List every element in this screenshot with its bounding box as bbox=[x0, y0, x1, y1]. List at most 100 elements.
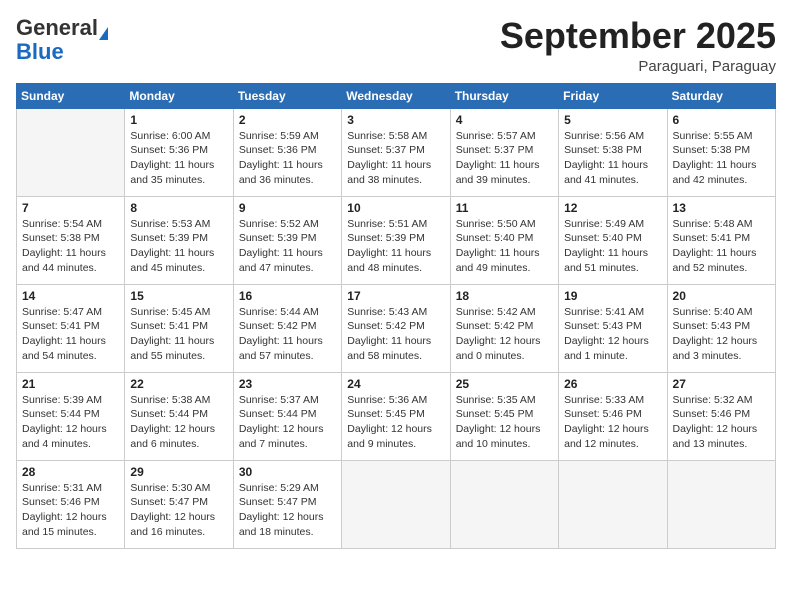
day-info: Sunrise: 5:53 AMSunset: 5:39 PMDaylight:… bbox=[130, 217, 227, 276]
calendar-cell: 16 Sunrise: 5:44 AMSunset: 5:42 PMDaylig… bbox=[233, 284, 341, 372]
day-number: 7 bbox=[22, 201, 119, 215]
day-number: 30 bbox=[239, 465, 336, 479]
calendar-cell: 6 Sunrise: 5:55 AMSunset: 5:38 PMDayligh… bbox=[667, 108, 775, 196]
day-info: Sunrise: 5:49 AMSunset: 5:40 PMDaylight:… bbox=[564, 217, 661, 276]
day-info: Sunrise: 5:56 AMSunset: 5:38 PMDaylight:… bbox=[564, 129, 661, 188]
calendar-cell: 11 Sunrise: 5:50 AMSunset: 5:40 PMDaylig… bbox=[450, 196, 558, 284]
calendar-cell: 22 Sunrise: 5:38 AMSunset: 5:44 PMDaylig… bbox=[125, 372, 233, 460]
weekday-header-sunday: Sunday bbox=[17, 83, 125, 108]
calendar-cell: 29 Sunrise: 5:30 AMSunset: 5:47 PMDaylig… bbox=[125, 460, 233, 548]
calendar-cell: 10 Sunrise: 5:51 AMSunset: 5:39 PMDaylig… bbox=[342, 196, 450, 284]
calendar-cell: 13 Sunrise: 5:48 AMSunset: 5:41 PMDaylig… bbox=[667, 196, 775, 284]
logo-blue: Blue bbox=[16, 39, 64, 64]
calendar-cell bbox=[559, 460, 667, 548]
day-info: Sunrise: 5:45 AMSunset: 5:41 PMDaylight:… bbox=[130, 305, 227, 364]
day-number: 20 bbox=[673, 289, 770, 303]
calendar-cell: 21 Sunrise: 5:39 AMSunset: 5:44 PMDaylig… bbox=[17, 372, 125, 460]
day-info: Sunrise: 5:47 AMSunset: 5:41 PMDaylight:… bbox=[22, 305, 119, 364]
calendar-cell: 26 Sunrise: 5:33 AMSunset: 5:46 PMDaylig… bbox=[559, 372, 667, 460]
day-info: Sunrise: 5:33 AMSunset: 5:46 PMDaylight:… bbox=[564, 393, 661, 452]
weekday-header-friday: Friday bbox=[559, 83, 667, 108]
day-info: Sunrise: 5:42 AMSunset: 5:42 PMDaylight:… bbox=[456, 305, 553, 364]
week-row-5: 28 Sunrise: 5:31 AMSunset: 5:46 PMDaylig… bbox=[17, 460, 776, 548]
day-info: Sunrise: 5:41 AMSunset: 5:43 PMDaylight:… bbox=[564, 305, 661, 364]
weekday-header-wednesday: Wednesday bbox=[342, 83, 450, 108]
day-info: Sunrise: 5:37 AMSunset: 5:44 PMDaylight:… bbox=[239, 393, 336, 452]
week-row-4: 21 Sunrise: 5:39 AMSunset: 5:44 PMDaylig… bbox=[17, 372, 776, 460]
day-info: Sunrise: 5:58 AMSunset: 5:37 PMDaylight:… bbox=[347, 129, 444, 188]
day-number: 28 bbox=[22, 465, 119, 479]
day-info: Sunrise: 5:43 AMSunset: 5:42 PMDaylight:… bbox=[347, 305, 444, 364]
calendar-cell: 28 Sunrise: 5:31 AMSunset: 5:46 PMDaylig… bbox=[17, 460, 125, 548]
day-number: 19 bbox=[564, 289, 661, 303]
day-number: 12 bbox=[564, 201, 661, 215]
calendar-cell bbox=[667, 460, 775, 548]
day-number: 25 bbox=[456, 377, 553, 391]
calendar-cell bbox=[342, 460, 450, 548]
day-number: 3 bbox=[347, 113, 444, 127]
calendar-cell: 2 Sunrise: 5:59 AMSunset: 5:36 PMDayligh… bbox=[233, 108, 341, 196]
day-number: 21 bbox=[22, 377, 119, 391]
calendar-table: SundayMondayTuesdayWednesdayThursdayFrid… bbox=[16, 83, 776, 549]
day-number: 27 bbox=[673, 377, 770, 391]
calendar-cell: 18 Sunrise: 5:42 AMSunset: 5:42 PMDaylig… bbox=[450, 284, 558, 372]
week-row-3: 14 Sunrise: 5:47 AMSunset: 5:41 PMDaylig… bbox=[17, 284, 776, 372]
day-number: 4 bbox=[456, 113, 553, 127]
day-info: Sunrise: 5:55 AMSunset: 5:38 PMDaylight:… bbox=[673, 129, 770, 188]
month-title: September 2025 bbox=[500, 16, 776, 56]
calendar-cell: 15 Sunrise: 5:45 AMSunset: 5:41 PMDaylig… bbox=[125, 284, 233, 372]
day-number: 10 bbox=[347, 201, 444, 215]
day-number: 18 bbox=[456, 289, 553, 303]
day-number: 13 bbox=[673, 201, 770, 215]
calendar-cell: 24 Sunrise: 5:36 AMSunset: 5:45 PMDaylig… bbox=[342, 372, 450, 460]
day-info: Sunrise: 5:31 AMSunset: 5:46 PMDaylight:… bbox=[22, 481, 119, 540]
calendar-cell: 4 Sunrise: 5:57 AMSunset: 5:37 PMDayligh… bbox=[450, 108, 558, 196]
day-info: Sunrise: 5:57 AMSunset: 5:37 PMDaylight:… bbox=[456, 129, 553, 188]
calendar-cell: 19 Sunrise: 5:41 AMSunset: 5:43 PMDaylig… bbox=[559, 284, 667, 372]
day-info: Sunrise: 5:30 AMSunset: 5:47 PMDaylight:… bbox=[130, 481, 227, 540]
day-number: 6 bbox=[673, 113, 770, 127]
day-info: Sunrise: 5:29 AMSunset: 5:47 PMDaylight:… bbox=[239, 481, 336, 540]
day-info: Sunrise: 5:54 AMSunset: 5:38 PMDaylight:… bbox=[22, 217, 119, 276]
calendar-cell bbox=[450, 460, 558, 548]
calendar-cell: 25 Sunrise: 5:35 AMSunset: 5:45 PMDaylig… bbox=[450, 372, 558, 460]
location: Paraguari, Paraguay bbox=[500, 58, 776, 75]
day-number: 22 bbox=[130, 377, 227, 391]
logo: General Blue bbox=[16, 16, 108, 64]
calendar-cell: 5 Sunrise: 5:56 AMSunset: 5:38 PMDayligh… bbox=[559, 108, 667, 196]
logo-general: General bbox=[16, 15, 98, 40]
calendar-cell: 23 Sunrise: 5:37 AMSunset: 5:44 PMDaylig… bbox=[233, 372, 341, 460]
day-info: Sunrise: 5:35 AMSunset: 5:45 PMDaylight:… bbox=[456, 393, 553, 452]
calendar-cell: 14 Sunrise: 5:47 AMSunset: 5:41 PMDaylig… bbox=[17, 284, 125, 372]
day-info: Sunrise: 5:44 AMSunset: 5:42 PMDaylight:… bbox=[239, 305, 336, 364]
calendar-cell: 8 Sunrise: 5:53 AMSunset: 5:39 PMDayligh… bbox=[125, 196, 233, 284]
day-info: Sunrise: 5:39 AMSunset: 5:44 PMDaylight:… bbox=[22, 393, 119, 452]
week-row-2: 7 Sunrise: 5:54 AMSunset: 5:38 PMDayligh… bbox=[17, 196, 776, 284]
day-number: 14 bbox=[22, 289, 119, 303]
weekday-header-tuesday: Tuesday bbox=[233, 83, 341, 108]
day-number: 23 bbox=[239, 377, 336, 391]
calendar-cell: 12 Sunrise: 5:49 AMSunset: 5:40 PMDaylig… bbox=[559, 196, 667, 284]
calendar-cell: 3 Sunrise: 5:58 AMSunset: 5:37 PMDayligh… bbox=[342, 108, 450, 196]
page-header: General Blue September 2025 Paraguari, P… bbox=[16, 16, 776, 75]
calendar-cell: 17 Sunrise: 5:43 AMSunset: 5:42 PMDaylig… bbox=[342, 284, 450, 372]
day-number: 5 bbox=[564, 113, 661, 127]
calendar-cell: 9 Sunrise: 5:52 AMSunset: 5:39 PMDayligh… bbox=[233, 196, 341, 284]
day-info: Sunrise: 5:52 AMSunset: 5:39 PMDaylight:… bbox=[239, 217, 336, 276]
day-number: 24 bbox=[347, 377, 444, 391]
calendar-cell: 7 Sunrise: 5:54 AMSunset: 5:38 PMDayligh… bbox=[17, 196, 125, 284]
day-info: Sunrise: 5:59 AMSunset: 5:36 PMDaylight:… bbox=[239, 129, 336, 188]
day-number: 17 bbox=[347, 289, 444, 303]
calendar-cell bbox=[17, 108, 125, 196]
calendar-cell: 27 Sunrise: 5:32 AMSunset: 5:46 PMDaylig… bbox=[667, 372, 775, 460]
weekday-header-monday: Monday bbox=[125, 83, 233, 108]
day-number: 16 bbox=[239, 289, 336, 303]
calendar-cell: 20 Sunrise: 5:40 AMSunset: 5:43 PMDaylig… bbox=[667, 284, 775, 372]
weekday-header-thursday: Thursday bbox=[450, 83, 558, 108]
day-info: Sunrise: 5:50 AMSunset: 5:40 PMDaylight:… bbox=[456, 217, 553, 276]
day-info: Sunrise: 5:38 AMSunset: 5:44 PMDaylight:… bbox=[130, 393, 227, 452]
week-row-1: 1 Sunrise: 6:00 AMSunset: 5:36 PMDayligh… bbox=[17, 108, 776, 196]
day-number: 1 bbox=[130, 113, 227, 127]
day-info: Sunrise: 5:48 AMSunset: 5:41 PMDaylight:… bbox=[673, 217, 770, 276]
day-info: Sunrise: 5:36 AMSunset: 5:45 PMDaylight:… bbox=[347, 393, 444, 452]
